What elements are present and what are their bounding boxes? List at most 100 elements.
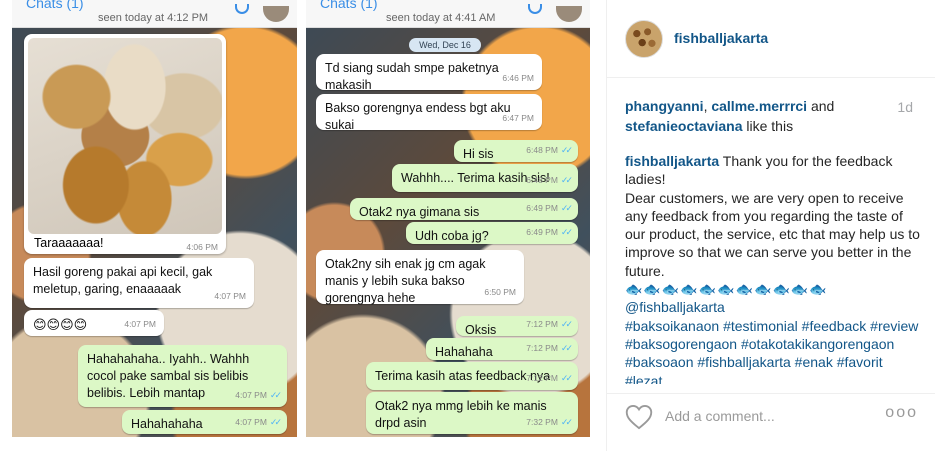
incoming-message: 😊😊😊😊 4:07 PM: [24, 310, 164, 336]
more-options-button[interactable]: ooo: [885, 404, 918, 422]
contact-avatar: [556, 6, 582, 22]
outgoing-message: Hahahaha 7:12 PM ✓✓: [426, 338, 578, 360]
read-ticks-icon: ✓✓: [560, 145, 573, 155]
message-text: Hahahahaha.. Iyahh.. Wahhh cocol pake sa…: [87, 352, 250, 400]
post-sidebar: fishballjakarta phangyanni, callme.merrr…: [606, 0, 935, 451]
message-time: 4:07 PM: [235, 417, 267, 427]
liker-link[interactable]: phangyanni: [625, 98, 704, 114]
photo-message: Taraaaaaaa! 4:06 PM: [24, 34, 226, 254]
message-time-with-ticks: 6:48 PM ✓✓: [526, 142, 573, 159]
add-comment-input[interactable]: Add a comment...: [665, 408, 775, 424]
message-time-with-ticks: 6:49 PM ✓✓: [526, 200, 573, 217]
read-ticks-icon: ✓✓: [560, 227, 573, 237]
profile-username-link[interactable]: fishballjakarta: [674, 30, 768, 46]
outgoing-message: Hahahahaha 4:07 PM ✓✓: [122, 410, 287, 434]
outgoing-message: Terima kasih atas feedback nya 7:12 PM ✓✓: [366, 362, 578, 390]
message-time: 7:12 PM: [526, 343, 558, 353]
mention-link[interactable]: @fishballjakarta: [625, 299, 725, 315]
likes-summary: phangyanni, callme.merrrci and stefanieo…: [625, 96, 921, 136]
date-divider: Wed, Dec 16: [409, 38, 481, 52]
message-text: 😊😊😊😊: [33, 317, 88, 332]
hashtag-list[interactable]: #baksoikanaon #testimonial #feedback #re…: [625, 318, 918, 384]
read-ticks-icon: ✓✓: [269, 417, 282, 427]
post-header: fishballjakarta: [607, 0, 935, 78]
outgoing-message: Udh coba jg? 6:49 PM ✓✓: [406, 222, 578, 244]
read-ticks-icon: ✓✓: [269, 390, 282, 400]
message-text: Udh coba jg?: [415, 229, 489, 243]
last-seen-text: seen today at 4:12 PM: [98, 12, 209, 24]
incoming-message: Td siang sudah smpe paketnya makasih 6:4…: [316, 54, 542, 92]
message-text: Otak2ny sih enak jg cm agak manis y lebi…: [325, 257, 486, 305]
outgoing-message: Otak2 nya mmg lebih ke manis drpd asin 7…: [366, 392, 578, 434]
message-time: 7:12 PM: [526, 373, 558, 383]
message-time: 6:48 PM: [526, 175, 558, 185]
message-time-with-ticks: 7:32 PM ✓✓: [526, 414, 573, 431]
post-caption: fishballjakarta Thank you for the feedba…: [625, 152, 923, 384]
chats-back-label: Chats (1): [26, 0, 84, 11]
read-ticks-icon: ✓✓: [560, 175, 573, 185]
chat-screenshot-left: Chats (1) seen today at 4:12 PM Taraaaaa…: [12, 0, 297, 451]
read-ticks-icon: ✓✓: [560, 343, 573, 353]
message-time: 6:50 PM: [484, 287, 516, 297]
liker-link[interactable]: stefanieoctaviana: [625, 118, 743, 134]
message-text: Hi sis: [463, 147, 494, 161]
message-time: 4:07 PM: [124, 319, 156, 329]
status-icon: [528, 4, 542, 14]
message-time-with-ticks: 6:48 PM ✓✓: [526, 172, 573, 189]
message-time-with-ticks: 4:07 PM ✓✓: [235, 414, 282, 431]
comment-bar: Add a comment... ooo: [607, 393, 935, 451]
liker-link[interactable]: callme.merrrci: [711, 98, 807, 114]
post-photo: Chats (1) seen today at 4:12 PM Taraaaaa…: [0, 0, 600, 451]
message-time-with-ticks: 7:12 PM ✓✓: [526, 370, 573, 387]
incoming-message: Hasil goreng pakai api kecil, gak meletu…: [24, 258, 254, 308]
message-time: 6:46 PM: [502, 73, 534, 83]
fried-fishball-photo: [28, 38, 222, 234]
message-text: Otak2 nya gimana sis: [359, 205, 480, 219]
message-time: 7:12 PM: [526, 319, 558, 329]
post-age: 1d: [897, 99, 913, 115]
message-time: 6:49 PM: [526, 227, 558, 237]
message-time: 4:06 PM: [186, 242, 218, 252]
message-text: Hahahahaha: [131, 417, 203, 431]
message-time: 4:07 PM: [235, 390, 267, 400]
message-time-with-ticks: 6:49 PM ✓✓: [526, 224, 573, 241]
read-ticks-icon: ✓✓: [560, 203, 573, 213]
profile-avatar[interactable]: [625, 20, 663, 58]
chats-back-label: Chats (1): [320, 0, 378, 11]
photo-caption: Taraaaaaaa!: [34, 236, 104, 250]
outgoing-message: Hahahahaha.. Iyahh.. Wahhh cocol pake sa…: [78, 345, 287, 407]
message-time: 6:48 PM: [526, 145, 558, 155]
message-time: 6:49 PM: [526, 203, 558, 213]
message-text: Oksis: [465, 323, 497, 337]
likes-suffix: like this: [742, 118, 794, 134]
message-text: Hasil goreng pakai api kecil, gak meletu…: [33, 265, 213, 296]
outgoing-message: Hi sis 6:48 PM ✓✓: [454, 140, 578, 162]
chat-screenshot-right: Chats (1) seen today at 4:41 AM Wed, Dec…: [306, 0, 590, 451]
message-text: Otak2 nya mmg lebih ke manis drpd asin: [375, 399, 547, 430]
message-time: 7:32 PM: [526, 417, 558, 427]
outgoing-message: Otak2 nya gimana sis 6:49 PM ✓✓: [350, 198, 578, 220]
status-icon: [235, 4, 249, 14]
read-ticks-icon: ✓✓: [560, 373, 573, 383]
message-time-with-ticks: 4:07 PM ✓✓: [235, 387, 282, 404]
message-time-with-ticks: 7:12 PM ✓✓: [526, 316, 573, 333]
chat-header: Chats (1) seen today at 4:12 PM: [12, 0, 297, 28]
likes-and: and: [807, 98, 835, 114]
message-text: Hahahaha: [435, 345, 493, 359]
caption-author-link[interactable]: fishballjakarta: [625, 153, 719, 169]
fish-emoji-row: 🐟🐟🐟🐟🐟🐟🐟🐟🐟🐟🐟: [625, 281, 828, 298]
heart-icon[interactable]: [625, 404, 653, 430]
message-time: 4:07 PM: [214, 291, 246, 301]
message-time-with-ticks: 7:12 PM ✓✓: [526, 340, 573, 357]
last-seen-text: seen today at 4:41 AM: [386, 12, 496, 24]
outgoing-message: Oksis 7:12 PM ✓✓: [456, 316, 578, 337]
message-text: Terima kasih atas feedback nya: [375, 369, 551, 383]
chat-header: Chats (1) seen today at 4:41 AM: [306, 0, 590, 28]
message-text: Bakso gorengnya endess bgt aku sukai: [325, 101, 511, 132]
caption-body: Dear customers, we are very open to rece…: [625, 189, 920, 279]
contact-avatar: [263, 6, 289, 22]
incoming-message: Otak2ny sih enak jg cm agak manis y lebi…: [316, 250, 524, 305]
read-ticks-icon: ✓✓: [560, 417, 573, 427]
message-text: Td siang sudah smpe paketnya makasih: [325, 61, 499, 92]
outgoing-message: Wahhh.... Terima kasih sis! 6:48 PM ✓✓: [392, 164, 578, 192]
